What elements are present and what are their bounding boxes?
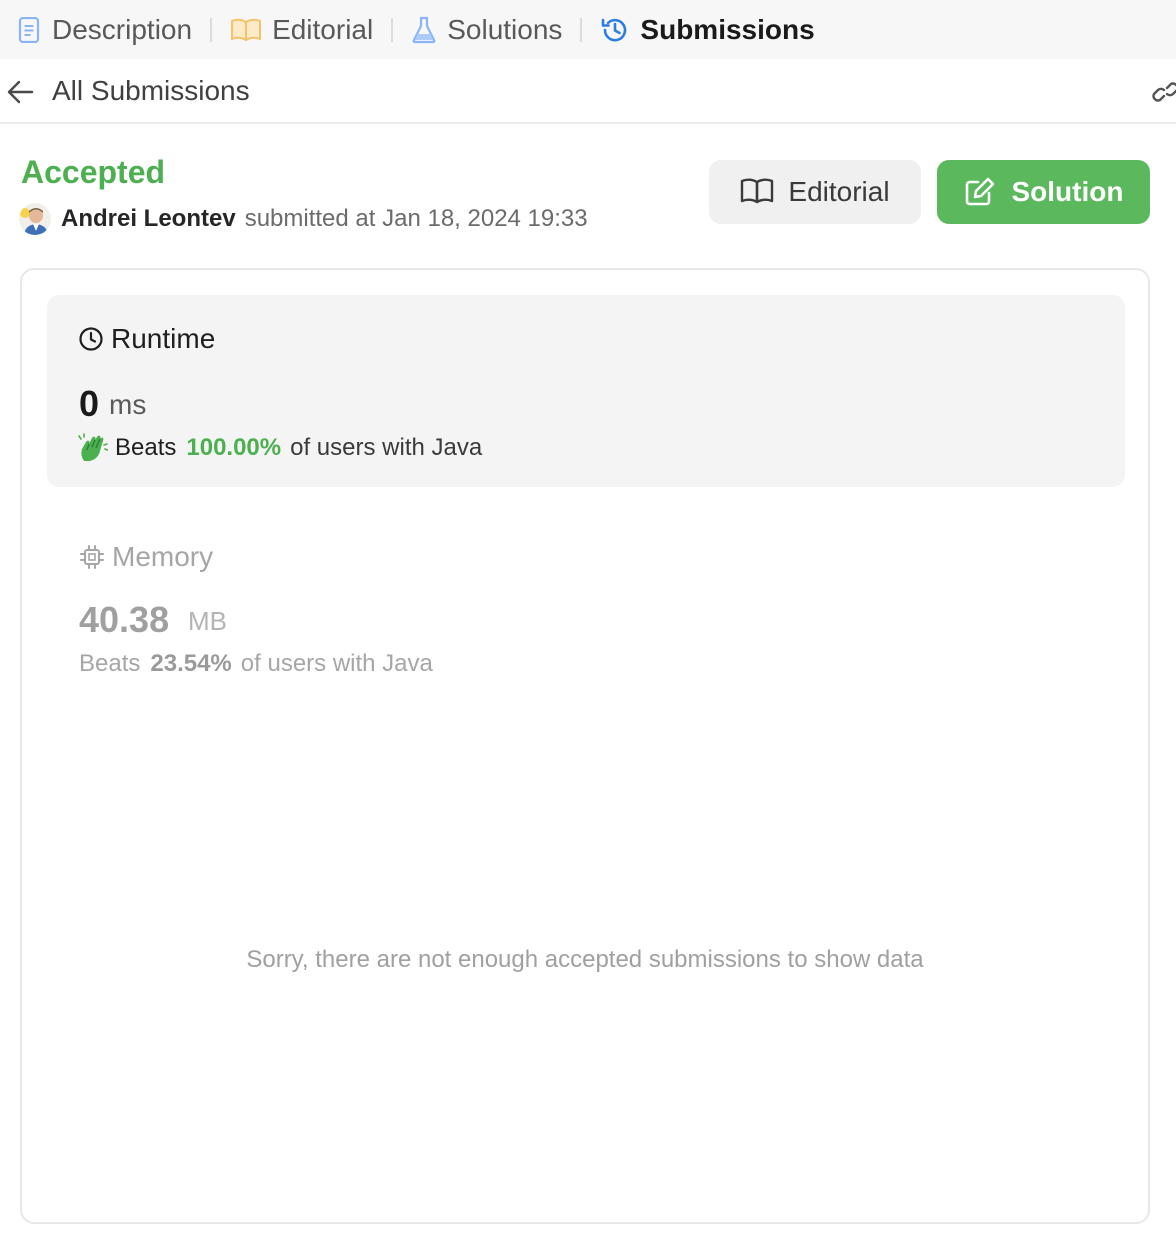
memory-value: 40.38 (79, 599, 170, 640)
tab-solutions[interactable]: Solutions (411, 10, 562, 50)
tab-divider (391, 17, 394, 42)
submission-header: All Submissions (0, 59, 1176, 124)
clapping-hands-icon (78, 433, 108, 463)
runtime-label: Runtime (111, 323, 216, 354)
tab-editorial[interactable]: Editorial (230, 10, 373, 50)
chip-icon (79, 544, 105, 570)
memory-beats-label: Beats (79, 650, 141, 677)
editorial-button[interactable]: Editorial (709, 160, 921, 224)
avatar[interactable] (19, 203, 51, 235)
memory-beats: Beats 23.54% of users with Java (79, 650, 433, 678)
clock-icon (78, 326, 104, 352)
memory-unit: MB (188, 606, 227, 636)
runtime-value: 0 (79, 383, 100, 424)
solution-button[interactable]: Solution (937, 160, 1150, 224)
share-link-icon[interactable] (1152, 78, 1176, 108)
memory-title[interactable]: Memory (79, 541, 213, 573)
runtime-unit: ms (109, 389, 147, 420)
edit-icon (964, 177, 998, 207)
tab-label: Submissions (640, 13, 815, 45)
flask-icon (411, 16, 437, 43)
memory-label: Memory (112, 541, 214, 572)
runtime-panel[interactable]: Runtime 0 ms Beats 100.00% of users with… (47, 295, 1125, 487)
user-name[interactable]: Andrei Leontev (61, 205, 236, 233)
book-icon (230, 17, 262, 43)
tab-label: Description (52, 13, 193, 45)
runtime-beats-suffix: of users with Java (290, 434, 483, 461)
submission-status: Accepted (21, 154, 166, 190)
runtime-beats: Beats 100.00% of users with Java (78, 433, 482, 463)
history-icon (600, 15, 630, 45)
tab-description[interactable]: Description (16, 10, 192, 50)
runtime-beats-percent: 100.00% (186, 434, 282, 461)
memory-beats-suffix: of users with Java (240, 650, 433, 677)
description-icon (16, 16, 42, 43)
tab-label: Editorial (272, 13, 374, 45)
empty-distribution-message: Sorry, there are not enough accepted sub… (246, 946, 924, 973)
arrow-left-icon[interactable] (6, 79, 34, 105)
submitted-timestamp: submitted at Jan 18, 2024 19:33 (244, 205, 588, 232)
book-icon (740, 177, 774, 207)
tab-divider (210, 17, 213, 42)
tab-divider (580, 17, 583, 42)
runtime-title: Runtime (78, 323, 215, 355)
performance-card: Runtime 0 ms Beats 100.00% of users with… (20, 268, 1150, 1224)
editorial-button-label: Editorial (788, 176, 890, 207)
all-submissions-link[interactable]: All Submissions (52, 75, 250, 107)
runtime-beats-label: Beats (115, 434, 177, 461)
memory-beats-percent: 23.54% (150, 650, 232, 677)
tab-submissions[interactable]: Submissions (600, 10, 815, 50)
tab-label: Solutions (447, 13, 563, 45)
solution-button-label: Solution (1011, 176, 1124, 207)
tab-bar: Description Editorial Solutions Submissi… (0, 0, 1176, 59)
submitter-info: Andrei Leontev submitted at Jan 18, 2024… (19, 203, 588, 235)
